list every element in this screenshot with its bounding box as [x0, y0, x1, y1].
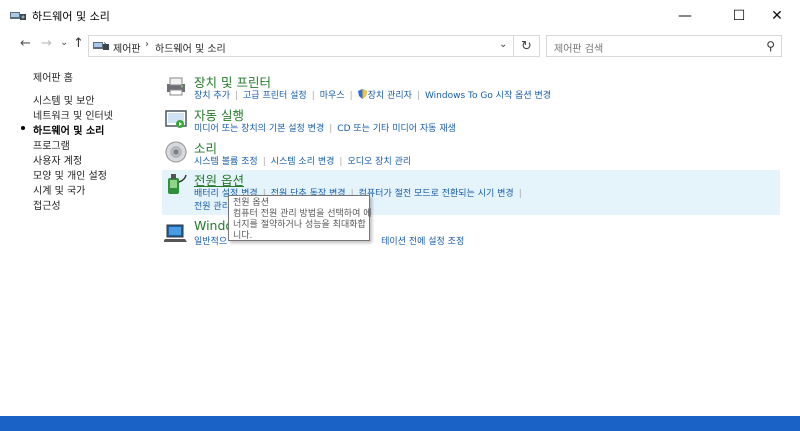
adjust-presentation-settings-link[interactable]: 테이션 전에 설정 조정	[381, 237, 464, 247]
change-sleep-time-link[interactable]: 컴퓨터가 절전 모드로 전환되는 시기 변경	[359, 189, 514, 199]
change-system-sounds-link[interactable]: 시스템 소리 변경	[271, 157, 335, 167]
general-mobility-link[interactable]: 일반적으	[194, 237, 227, 247]
search-placeholder: 제어판 검색	[554, 44, 604, 55]
sidebar-item-appearance[interactable]: 모양 및 개인 설정	[33, 167, 107, 182]
advanced-printer-setup-link[interactable]: 고급 프린터 설정	[243, 91, 307, 101]
tooltip-line: 컴퓨터 전원 관리 방법을 선택하여 에	[233, 209, 372, 219]
back-button[interactable]: ←	[20, 36, 31, 51]
power-management-link[interactable]: 전원 관리	[194, 202, 230, 212]
category-autoplay: 자동 실행 미디어 또는 장치의 기본 설정 변경 | CD 또는 기타 미디어 자…	[162, 105, 780, 135]
mouse-link[interactable]: 마우스	[320, 91, 345, 101]
sidebar-item-system-security[interactable]: 시스템 및 보안	[33, 92, 95, 107]
breadcrumb-separator: ›	[145, 39, 149, 50]
sidebar-item-programs[interactable]: 프로그램	[33, 137, 70, 152]
sidebar-item-hardware-sound[interactable]: 하드웨어 및 소리	[33, 122, 104, 137]
tooltip-title: 전원 옵션	[233, 198, 269, 208]
breadcrumb-control-panel[interactable]: 제어판	[113, 40, 141, 55]
active-item-bullet	[21, 126, 25, 130]
refresh-icon: ↻	[521, 38, 532, 54]
adjust-system-volume-link[interactable]: 시스템 볼륨 조정	[194, 157, 258, 167]
close-button[interactable]: ✕	[754, 0, 800, 32]
tooltip-line: 니다.	[233, 231, 253, 241]
play-cd-automatically-link[interactable]: CD 또는 기타 미디어 자동 재생	[337, 124, 456, 134]
category-devices-printers: 장치 및 프린터 장치 추가 | 고급 프린터 설정 | 마우스 | 장치 관리자 | Wind…	[162, 72, 780, 102]
autoplay-icon	[165, 110, 187, 128]
category-sound: 소리 시스템 볼륨 조정 | 시스템 소리 변경 | 오디오 장치 관리	[162, 138, 780, 168]
navigation-bar: ← → ⌄ ↑ › 제어판 › 하드웨어 및 소리 ⌄ ↻ 제어판 검색 ⚲	[0, 32, 800, 60]
windows-mobility-icon	[164, 224, 187, 242]
power-options-tooltip: 전원 옵션 컴퓨터 전원 관리 방법을 선택하여 에 너지를 절약하거나 성능을…	[228, 195, 372, 241]
sidebar-item-network-internet[interactable]: 네트워크 및 인터넷	[33, 107, 113, 122]
change-media-defaults-link[interactable]: 미디어 또는 장치의 기본 설정 변경	[194, 124, 324, 134]
sidebar-item-accessibility[interactable]: 접근성	[33, 197, 61, 212]
power-options-icon	[168, 174, 187, 194]
tooltip-line: 너지를 절약하거나 성능을 최대화합	[233, 220, 366, 230]
device-manager-link[interactable]: 장치 관리자	[368, 91, 412, 101]
search-icon: ⚲	[766, 39, 775, 53]
control-panel-window: 하드웨어 및 소리 — ☐ ✕ ← → ⌄ ↑ › 제어판 › 하드웨어 및 소…	[0, 0, 800, 416]
sidebar-item-clock-region[interactable]: 시계 및 국가	[33, 182, 85, 197]
up-button[interactable]: ↑	[73, 36, 84, 51]
window-title: 하드웨어 및 소리	[32, 10, 110, 23]
printer-icon	[167, 77, 185, 96]
breadcrumb-hardware-sound[interactable]: 하드웨어 및 소리	[155, 40, 226, 55]
refresh-button[interactable]: ↻	[514, 35, 540, 57]
add-device-link[interactable]: 장치 추가	[194, 91, 230, 101]
windows-to-go-link[interactable]: Windows To Go 시작 옵션 변경	[425, 91, 551, 101]
sidebar-item-user-accounts[interactable]: 사용자 계정	[33, 152, 82, 167]
desktop-background	[0, 416, 800, 431]
title-bar[interactable]: 하드웨어 및 소리 — ☐ ✕	[0, 0, 800, 32]
uac-shield-icon	[357, 89, 367, 99]
minimize-button[interactable]: —	[662, 0, 708, 32]
search-input[interactable]: 제어판 검색 ⚲	[546, 35, 782, 57]
address-dropdown-button[interactable]: ⌄	[499, 39, 507, 50]
forward-button[interactable]: →	[41, 36, 52, 51]
manage-audio-devices-link[interactable]: 오디오 장치 관리	[347, 157, 411, 167]
speaker-icon	[165, 141, 187, 163]
breadcrumb-separator: ›	[103, 39, 107, 50]
hardware-sound-icon	[10, 12, 26, 20]
sidebar-home-link[interactable]: 제어판 홈	[33, 69, 73, 84]
address-bar[interactable]: › 제어판 › 하드웨어 및 소리 ⌄	[88, 35, 514, 57]
recent-locations-button[interactable]: ⌄	[60, 37, 68, 48]
